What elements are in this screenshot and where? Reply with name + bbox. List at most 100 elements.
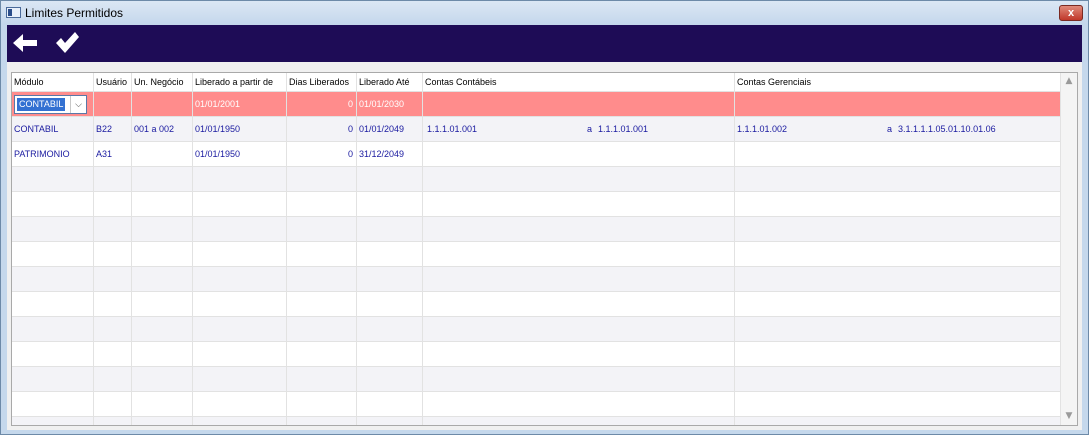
empty-cell[interactable] [423, 342, 735, 366]
empty-cell[interactable] [357, 167, 423, 191]
header-liberado-de[interactable]: Liberado a partir de [193, 73, 287, 91]
cell-dias[interactable]: 0 [287, 92, 357, 116]
empty-cell[interactable] [94, 217, 132, 241]
empty-cell[interactable] [423, 292, 735, 316]
cell-un-negocio[interactable] [132, 142, 193, 166]
empty-cell[interactable] [287, 317, 357, 341]
empty-cell[interactable] [735, 392, 1061, 416]
header-usuario[interactable]: Usuário [94, 73, 132, 91]
table-row-empty[interactable] [12, 267, 1061, 292]
empty-cell[interactable] [357, 267, 423, 291]
empty-cell[interactable] [735, 342, 1061, 366]
table-row-empty[interactable] [12, 417, 1061, 425]
header-dias-liberados[interactable]: Dias Liberados [287, 73, 357, 91]
cell-modulo[interactable]: CONTABIL [12, 117, 94, 141]
vertical-scrollbar[interactable]: ▲ ▼ [1060, 73, 1077, 425]
empty-cell[interactable] [132, 317, 193, 341]
empty-cell[interactable] [357, 392, 423, 416]
empty-cell[interactable] [735, 292, 1061, 316]
cell-liberado-de[interactable]: 01/01/1950 [193, 142, 287, 166]
empty-cell[interactable] [287, 217, 357, 241]
header-un-negocio[interactable]: Un. Negócio [132, 73, 193, 91]
empty-cell[interactable] [735, 167, 1061, 191]
chevron-down-icon[interactable]: ⌵ [70, 96, 86, 113]
empty-cell[interactable] [94, 317, 132, 341]
empty-cell[interactable] [423, 242, 735, 266]
cell-contas-contabeis[interactable] [423, 142, 735, 166]
table-row-empty[interactable] [12, 367, 1061, 392]
empty-cell[interactable] [12, 167, 94, 191]
empty-cell[interactable] [357, 342, 423, 366]
empty-cell[interactable] [423, 417, 735, 425]
empty-cell[interactable] [94, 192, 132, 216]
empty-cell[interactable] [287, 342, 357, 366]
table-row-empty[interactable] [12, 217, 1061, 242]
empty-cell[interactable] [287, 367, 357, 391]
empty-cell[interactable] [12, 392, 94, 416]
empty-cell[interactable] [132, 192, 193, 216]
table-row[interactable]: CONTABIL ⌵ 01/01/2001 0 01/01/2030 [12, 92, 1061, 117]
empty-cell[interactable] [94, 292, 132, 316]
cell-contas-contabeis[interactable] [423, 92, 735, 116]
empty-cell[interactable] [423, 367, 735, 391]
empty-cell[interactable] [193, 342, 287, 366]
empty-cell[interactable] [193, 292, 287, 316]
chevron-up-icon[interactable]: ▲ [1061, 73, 1077, 90]
empty-cell[interactable] [132, 167, 193, 191]
table-row-empty[interactable] [12, 392, 1061, 417]
empty-cell[interactable] [132, 342, 193, 366]
table-row-empty[interactable] [12, 317, 1061, 342]
empty-cell[interactable] [193, 242, 287, 266]
cell-un-negocio[interactable]: 001 a 002 [132, 117, 193, 141]
cell-usuario[interactable] [94, 92, 132, 116]
cell-liberado-ate[interactable]: 01/01/2049 [357, 117, 423, 141]
confirm-button[interactable] [53, 30, 81, 56]
back-button[interactable] [11, 30, 39, 56]
empty-cell[interactable] [132, 217, 193, 241]
empty-cell[interactable] [94, 242, 132, 266]
cell-contas-gerenciais[interactable]: 1.1.1.01.002 a 3.1.1.1.1.05.01.10.01.06 [735, 117, 1061, 141]
table-row-empty[interactable] [12, 192, 1061, 217]
empty-cell[interactable] [287, 192, 357, 216]
empty-cell[interactable] [132, 417, 193, 425]
header-contas-contabeis[interactable]: Contas Contábeis [423, 73, 735, 91]
close-button[interactable]: x [1059, 5, 1083, 21]
table-row-empty[interactable] [12, 342, 1061, 367]
empty-cell[interactable] [193, 317, 287, 341]
empty-cell[interactable] [287, 267, 357, 291]
empty-cell[interactable] [735, 317, 1061, 341]
empty-cell[interactable] [12, 267, 94, 291]
empty-cell[interactable] [193, 417, 287, 425]
cell-usuario[interactable]: A31 [94, 142, 132, 166]
cell-liberado-ate[interactable]: 01/01/2030 [357, 92, 423, 116]
empty-cell[interactable] [423, 267, 735, 291]
empty-cell[interactable] [357, 217, 423, 241]
empty-cell[interactable] [193, 217, 287, 241]
chevron-down-icon[interactable]: ▼ [1061, 408, 1077, 425]
table-row-empty[interactable] [12, 167, 1061, 192]
empty-cell[interactable] [94, 267, 132, 291]
empty-cell[interactable] [94, 417, 132, 425]
empty-cell[interactable] [287, 392, 357, 416]
empty-cell[interactable] [193, 367, 287, 391]
modulo-dropdown[interactable]: CONTABIL ⌵ [14, 95, 87, 114]
empty-cell[interactable] [357, 192, 423, 216]
empty-cell[interactable] [735, 367, 1061, 391]
empty-cell[interactable] [735, 417, 1061, 425]
cell-contas-gerenciais[interactable] [735, 92, 1061, 116]
empty-cell[interactable] [12, 242, 94, 266]
empty-cell[interactable] [735, 242, 1061, 266]
empty-cell[interactable] [12, 292, 94, 316]
empty-cell[interactable] [423, 167, 735, 191]
empty-cell[interactable] [12, 342, 94, 366]
empty-cell[interactable] [132, 292, 193, 316]
table-row-empty[interactable] [12, 242, 1061, 267]
cell-contas-contabeis[interactable]: 1.1.1.01.001 a 1.1.1.01.001 [423, 117, 735, 141]
empty-cell[interactable] [423, 217, 735, 241]
empty-cell[interactable] [132, 242, 193, 266]
empty-cell[interactable] [287, 417, 357, 425]
empty-cell[interactable] [193, 392, 287, 416]
empty-cell[interactable] [357, 292, 423, 316]
empty-cell[interactable] [193, 192, 287, 216]
cell-liberado-de[interactable]: 01/01/1950 [193, 117, 287, 141]
